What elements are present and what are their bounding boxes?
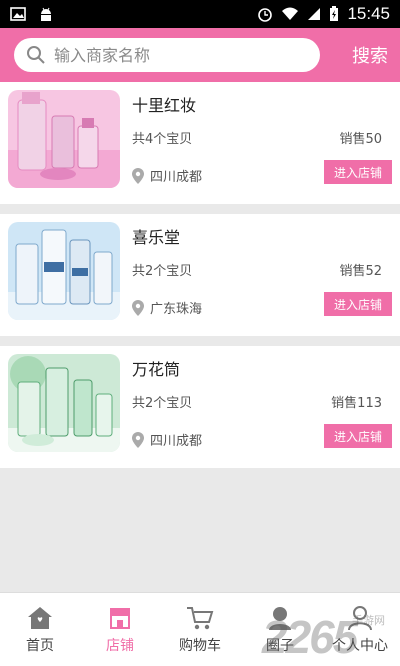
image-notification-icon (10, 7, 26, 21)
location-pin-icon (132, 431, 144, 448)
shop-thumbnail (8, 222, 120, 320)
enter-shop-button[interactable]: 进入店铺 (324, 424, 392, 448)
shop-card[interactable]: 万花筒 共2个宝贝 销售113 四川成都 进入店铺 (0, 346, 400, 468)
shop-card[interactable]: 十里红妆 共4个宝贝 销售50 四川成都 进入店铺 (0, 82, 400, 204)
shop-card[interactable]: 喜乐堂 共2个宝贝 销售52 广东珠海 进入店铺 (0, 214, 400, 336)
location-text: 广东珠海 (150, 302, 203, 317)
sales-count: 销售52 (339, 264, 382, 279)
status-bar: 15:45 (0, 0, 400, 28)
shop-name: 喜乐堂 (132, 228, 181, 247)
search-icon (27, 46, 45, 64)
status-time: 15:45 (347, 4, 390, 23)
wifi-icon (282, 7, 299, 20)
search-bar: 搜索 (0, 28, 400, 82)
shop-name: 十里红妆 (132, 96, 197, 115)
tab-home[interactable]: 首页 (0, 593, 80, 666)
store-icon (110, 608, 130, 629)
item-count: 共2个宝贝 (132, 396, 193, 411)
cart-icon (187, 607, 214, 630)
location-text: 四川成都 (150, 170, 203, 185)
home-icon (28, 607, 52, 629)
enter-shop-button[interactable]: 进入店铺 (324, 292, 392, 316)
enter-shop-button[interactable]: 进入店铺 (324, 160, 392, 184)
item-count: 共2个宝贝 (132, 264, 193, 279)
tab-label: 店铺 (106, 638, 134, 654)
user-icon (348, 606, 372, 631)
sales-count: 销售113 (331, 396, 382, 411)
shop-location: 广东珠海 (132, 298, 202, 317)
tab-label: 首页 (26, 638, 54, 654)
android-icon (41, 7, 51, 21)
shop-location: 四川成都 (132, 430, 202, 449)
location-text: 四川成都 (150, 434, 203, 449)
sales-count: 销售50 (339, 132, 382, 147)
item-count: 共4个宝贝 (132, 132, 193, 147)
shop-thumbnail (8, 354, 120, 452)
tab-user[interactable]: 个人中心 (320, 593, 400, 666)
shop-name: 万花筒 (132, 360, 181, 379)
tab-label: 圈子 (266, 638, 294, 654)
tab-store[interactable]: 店铺 (80, 593, 160, 666)
tab-circle[interactable]: 圈子 (240, 593, 320, 666)
location-pin-icon (132, 299, 144, 316)
signal-icon (308, 8, 321, 20)
tab-label: 个人中心 (332, 638, 388, 654)
battery-icon (330, 6, 339, 21)
shop-location: 四川成都 (132, 166, 202, 185)
search-input[interactable] (54, 42, 304, 68)
search-button[interactable]: 搜索 (352, 42, 388, 68)
alarm-icon (258, 8, 273, 22)
shop-list: 十里红妆 共4个宝贝 销售50 四川成都 进入店铺 喜乐堂 共2个宝贝 销售52 (0, 82, 400, 478)
tab-cart[interactable]: 购物车 (160, 593, 240, 666)
location-pin-icon (132, 167, 144, 184)
circle-icon (269, 607, 291, 630)
bottom-tab-bar: 首页 店铺 购物车 圈子 个人中心 (0, 592, 400, 666)
search-box[interactable] (14, 38, 320, 72)
tab-label: 购物车 (179, 638, 221, 654)
shop-thumbnail (8, 90, 120, 188)
